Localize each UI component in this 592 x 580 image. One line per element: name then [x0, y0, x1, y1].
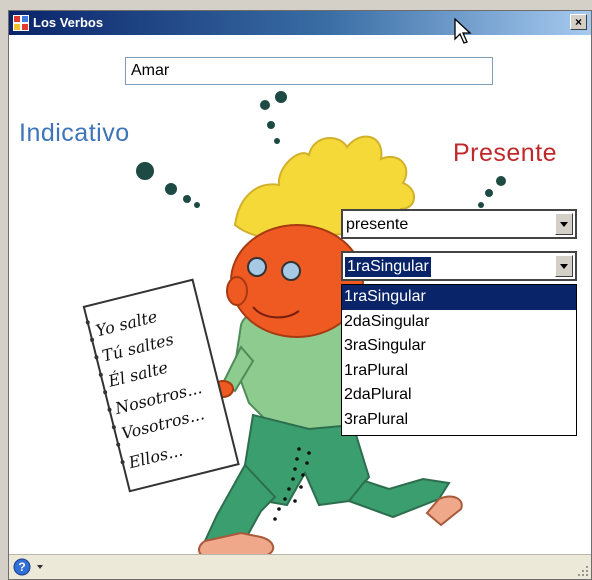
status-bar: ?: [9, 554, 591, 579]
dropdown-option-2da-singular[interactable]: 2daSingular: [342, 310, 576, 335]
dropdown-option-3ra-singular[interactable]: 3raSingular: [342, 334, 576, 359]
tense-label: Presente: [453, 139, 558, 167]
window-title: Los Verbos: [33, 15, 104, 30]
tense-select-value: presente: [346, 216, 409, 233]
title-bar[interactable]: Los Verbos ×: [9, 11, 591, 35]
mouse-cursor-icon: [454, 18, 472, 44]
tense-select-button[interactable]: [555, 213, 573, 235]
client-area: Yo salte Tú saltes Él salte Nosotros... …: [9, 35, 591, 555]
resize-grip-icon[interactable]: [577, 565, 589, 577]
verb-input[interactable]: [125, 57, 493, 85]
person-select-button[interactable]: [555, 255, 573, 277]
dropdown-option-1ra-singular[interactable]: 1raSingular: [342, 285, 576, 310]
person-select[interactable]: 1raSingular: [341, 251, 577, 281]
help-icon[interactable]: ?: [13, 558, 49, 576]
tense-select[interactable]: presente: [341, 209, 577, 239]
dropdown-option-3ra-plural[interactable]: 3raPlural: [342, 408, 576, 433]
person-select-value: 1raSingular: [345, 257, 431, 277]
close-icon: ×: [574, 15, 582, 29]
chevron-down-icon: [560, 264, 568, 269]
chevron-down-icon: [560, 222, 568, 227]
person-dropdown-list: 1raSingular 2daSingular 3raSingular 1raP…: [341, 284, 577, 436]
app-window: Los Verbos × Yo salte Tú saltes Él salte…: [8, 10, 592, 580]
dropdown-option-2da-plural[interactable]: 2daPlural: [342, 383, 576, 408]
app-icon: [13, 15, 29, 31]
close-button[interactable]: ×: [570, 14, 587, 30]
mood-label: Indicativo: [19, 119, 130, 147]
svg-text:?: ?: [18, 560, 25, 574]
dropdown-option-1ra-plural[interactable]: 1raPlural: [342, 359, 576, 384]
